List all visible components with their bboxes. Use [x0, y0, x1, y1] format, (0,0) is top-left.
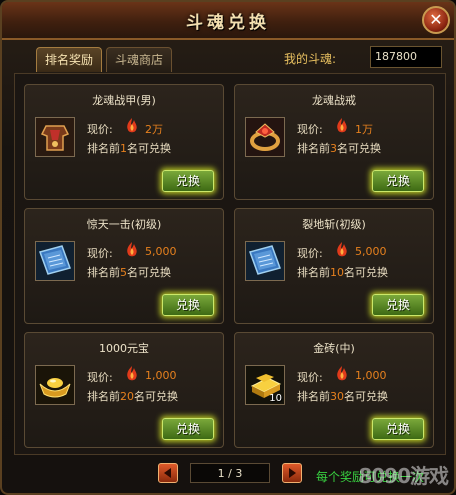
price-label: 现价:: [87, 123, 113, 136]
price-value: 5,000: [355, 245, 387, 258]
price-value: 1,000: [145, 369, 177, 382]
price-label: 现价:: [87, 371, 113, 384]
item-name: 惊天一击(初级): [86, 218, 162, 231]
arrow-right-icon: [289, 468, 296, 478]
title-bar: 斗魂兑换 ✕: [2, 2, 454, 40]
rank-number: 3: [330, 142, 337, 155]
item-name: 金砖(中): [313, 342, 355, 355]
exchange-button[interactable]: 兑换: [162, 418, 214, 440]
window-title: 斗魂兑换: [186, 13, 270, 33]
my-souls-label: 我的斗魂:: [284, 52, 337, 66]
reward-card: 龙魂战戒现价: 1万排名前3名可兑换兑换: [234, 84, 434, 200]
item-name: 龙魂战甲(男): [92, 94, 156, 107]
soul-currency-icon: [333, 241, 351, 259]
soul-currency-icon: [123, 365, 141, 383]
exchange-button[interactable]: 兑换: [372, 294, 424, 316]
rank-requirement: 排名前1名可兑换: [87, 140, 171, 156]
rank-number: 10: [330, 266, 344, 279]
reward-card: 1000元宝现价: 1,000 排名前20名可兑换兑换: [24, 332, 224, 448]
armor-icon[interactable]: [35, 117, 75, 157]
price-label: 现价:: [297, 247, 323, 260]
reward-card: 裂地斩(初级) 现价: 5,000 排名前10名可兑换兑换: [234, 208, 434, 324]
exchange-button[interactable]: 兑换: [372, 418, 424, 440]
gold-brick-icon[interactable]: 10: [245, 365, 285, 405]
item-name: 裂地斩(初级): [302, 218, 366, 231]
rank-prefix: 排名前: [297, 266, 330, 279]
reward-card: 龙魂战甲(男) 现价: 2万排名前1名可兑换兑换: [24, 84, 224, 200]
tab-soul-shop[interactable]: 斗魂商店: [106, 47, 173, 72]
rank-prefix: 排名前: [297, 142, 330, 155]
gold-ingot-icon[interactable]: [35, 365, 75, 405]
price-label: 现价:: [297, 371, 323, 384]
close-button[interactable]: ✕: [422, 6, 450, 34]
price-value: 1,000: [355, 369, 387, 382]
rank-number: 1: [120, 142, 127, 155]
prev-page-button[interactable]: [158, 463, 178, 483]
soul-currency-icon: [333, 117, 351, 135]
rank-suffix: 名可兑换: [127, 266, 171, 279]
reward-card: 金砖(中) 10 现价: 1,000 排名前30名可兑换兑换: [234, 332, 434, 448]
rank-prefix: 排名前: [297, 390, 330, 403]
soul-exchange-window: 斗魂兑换 ✕ 排名奖励 斗魂商店 我的斗魂: 187800 龙魂战甲(男) 现价:…: [0, 0, 456, 495]
rank-requirement: 排名前3名可兑换: [297, 140, 381, 156]
arrow-left-icon: [164, 468, 171, 478]
page-indicator: 1 / 3: [190, 463, 270, 483]
item-name: 龙魂战戒: [312, 94, 356, 107]
skill-book-icon[interactable]: [245, 241, 285, 281]
reward-panel: 龙魂战甲(男) 现价: 2万 排名前1名可兑换 兑换 龙魂战戒 现价: 1万 排名前3名可兑换兑…: [14, 73, 446, 455]
exchange-button[interactable]: 兑换: [372, 170, 424, 192]
rank-prefix: 排名前: [87, 266, 120, 279]
rank-number: 5: [120, 266, 127, 279]
price-label: 现价:: [297, 123, 323, 136]
rank-suffix: 名可兑换: [134, 390, 178, 403]
close-icon: ✕: [429, 10, 443, 29]
rank-prefix: 排名前: [87, 142, 120, 155]
item-quantity: 10: [269, 393, 282, 404]
tab-rank-rewards[interactable]: 排名奖励: [36, 47, 103, 72]
exchange-button[interactable]: 兑换: [162, 170, 214, 192]
ring-icon[interactable]: [245, 117, 285, 157]
rank-suffix: 名可兑换: [344, 390, 388, 403]
price-value: 5,000: [145, 245, 177, 258]
site-watermark: 8090游戏: [358, 464, 449, 488]
rank-requirement: 排名前5名可兑换: [87, 264, 171, 280]
next-page-button[interactable]: [282, 463, 302, 483]
my-souls-value: 187800: [370, 46, 442, 68]
price-value: 2万: [145, 123, 163, 136]
rank-suffix: 名可兑换: [337, 142, 381, 155]
soul-currency-icon: [123, 241, 141, 259]
rank-number: 20: [120, 390, 134, 403]
price-label: 现价:: [87, 247, 113, 260]
rank-number: 30: [330, 390, 344, 403]
exchange-button[interactable]: 兑换: [162, 294, 214, 316]
rank-suffix: 名可兑换: [344, 266, 388, 279]
price-value: 1万: [355, 123, 373, 136]
rank-suffix: 名可兑换: [127, 142, 171, 155]
skill-book-icon[interactable]: [35, 241, 75, 281]
rank-requirement: 排名前10名可兑换: [297, 264, 388, 280]
soul-currency-icon: [333, 365, 351, 383]
rank-prefix: 排名前: [87, 390, 120, 403]
soul-currency-icon: [123, 117, 141, 135]
reward-card: 惊天一击(初级) 现价: 5,000 排名前5名可兑换兑换: [24, 208, 224, 324]
rank-requirement: 排名前30名可兑换: [297, 388, 388, 404]
item-name: 1000元宝: [99, 342, 149, 355]
rank-requirement: 排名前20名可兑换: [87, 388, 178, 404]
